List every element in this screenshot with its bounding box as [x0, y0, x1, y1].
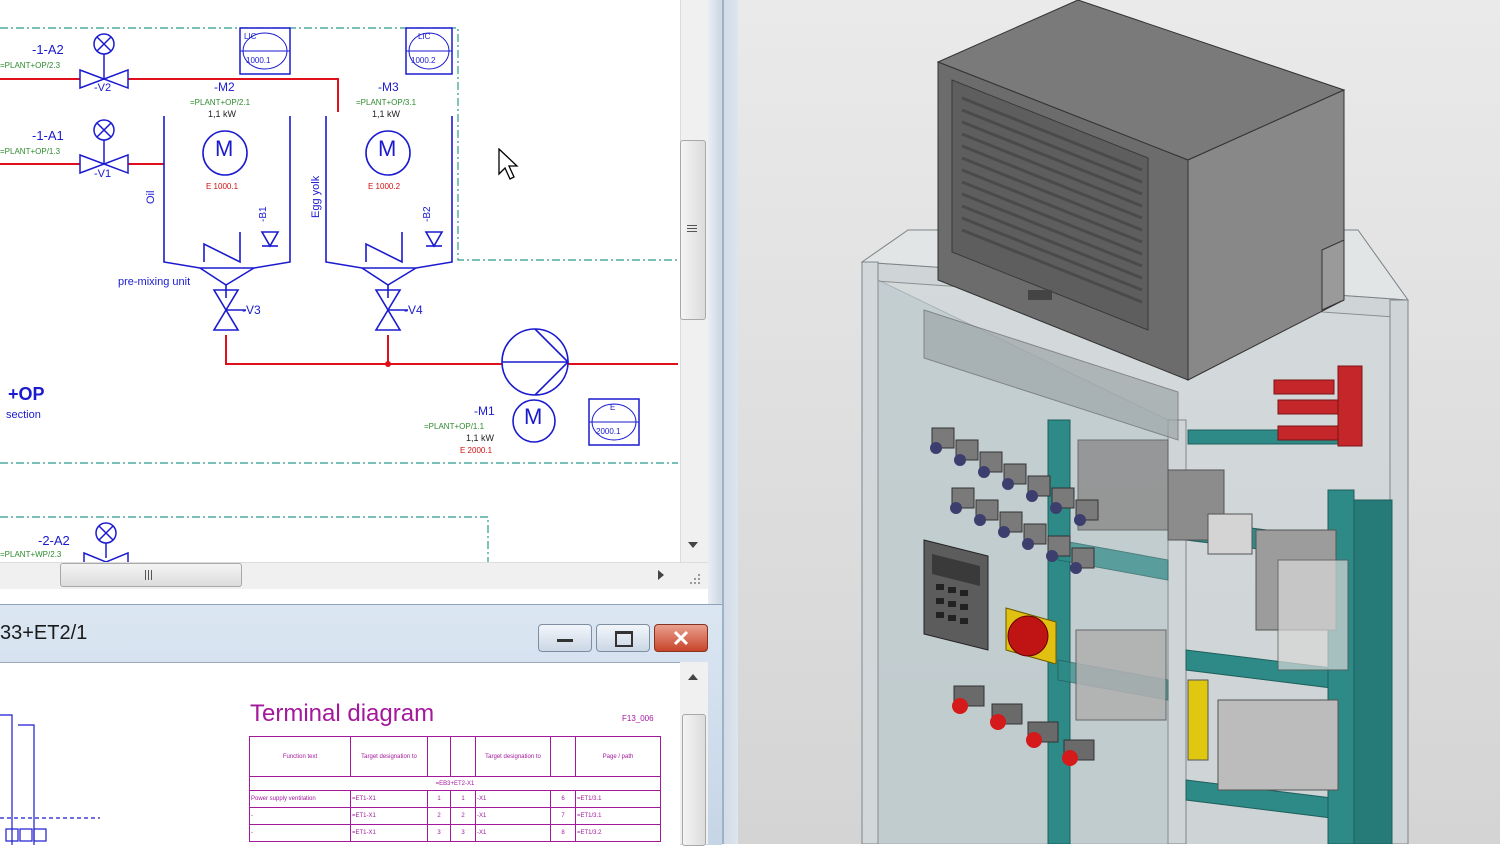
valve-tag-1-a1: -1-A1	[32, 128, 64, 143]
terminal-strip-drawing	[0, 714, 100, 845]
valve-tag-v3: -V3	[242, 303, 261, 317]
tank-label-oil: Oil	[145, 190, 157, 204]
valve-ref-a2: =PLANT+OP/2.3	[0, 61, 61, 70]
motor-tag-m3: -M3	[378, 80, 399, 94]
valve-tag-v4: -V4	[404, 303, 423, 317]
sensor-tag-b2: -B2	[422, 206, 433, 222]
valve-tag-1-a2: -1-A2	[32, 42, 64, 57]
table-cell: 2	[450, 807, 476, 825]
table-header: Target designation to	[475, 736, 551, 777]
lic-box-1-value: 1000.1	[246, 56, 271, 65]
table-cell: 2	[427, 807, 451, 825]
minimize-icon	[557, 639, 573, 642]
table-header	[450, 736, 476, 777]
terminal-diagram-ref: F13_006	[622, 714, 654, 723]
table-cell: -X1	[475, 824, 551, 842]
pre-mixing-label: pre-mixing unit	[118, 276, 191, 288]
table-cell: 7	[550, 807, 576, 825]
minimize-button[interactable]	[538, 624, 592, 652]
table-cell: 8	[550, 824, 576, 842]
schematic-canvas[interactable]: -1-A2 =PLANT+OP/2.3 -V2 -1-A1 =PLANT+OP/…	[0, 0, 680, 562]
window-splitter-line	[722, 0, 724, 844]
resize-grip-icon[interactable]	[688, 572, 702, 586]
motor-power-m2: 1,1 kW	[208, 109, 237, 119]
close-icon	[673, 630, 689, 646]
scroll-down-arrow-icon[interactable]	[686, 540, 700, 550]
table-cell: =ET1/3.2	[575, 824, 661, 842]
terminal-diagram-title: Terminal diagram	[250, 700, 435, 727]
e-box-value: 2000.1	[596, 427, 621, 436]
motor-tag-m2: -M2	[214, 80, 235, 94]
table-cell: 3	[427, 824, 451, 842]
close-button[interactable]	[654, 624, 708, 652]
table-header: Page / path	[575, 736, 661, 777]
motor-power-m3: 1,1 kW	[372, 109, 401, 119]
motor-ref-m2: =PLANT+OP/2.1	[190, 98, 251, 107]
tank-label-egg-yolk: Egg yolk	[310, 175, 322, 218]
location-label: +OP	[8, 384, 45, 404]
valve-ref-2-a2: =PLANT+WP/2.3	[0, 550, 62, 559]
terminal-table: Function text Target designation to Targ…	[249, 736, 661, 844]
cabinet-3d-viewport[interactable]	[738, 0, 1500, 844]
table-cell: 6	[550, 790, 576, 808]
motor-page-m2: E 1000.1	[206, 182, 239, 191]
table-header: Target designation to	[350, 736, 428, 777]
cabinet-3d-model	[860, 0, 1410, 844]
valve-tag-v1: -V1	[94, 168, 112, 180]
sensor-tag-b1: -B1	[258, 206, 269, 222]
table-header: Function text	[249, 736, 351, 777]
e-box-label: E	[610, 403, 616, 412]
window-title: 33+ET2/1	[0, 622, 88, 644]
table-cell: =ET1-X1	[350, 824, 428, 842]
mouse-pointer-icon	[498, 148, 519, 180]
maximize-button[interactable]	[596, 624, 650, 652]
valve-tag-2-a2: -2-A2	[38, 533, 70, 548]
pump-power-m1: 1,1 kW	[466, 433, 495, 443]
table-cell: 1	[450, 790, 476, 808]
valve-ref-a1: =PLANT+OP/1.3	[0, 147, 61, 156]
table-group-label: =EB3+ET2-X1	[249, 776, 661, 791]
pump-motor-symbol: M	[524, 404, 543, 429]
pump-page-m1: E 2000.1	[460, 446, 493, 455]
table-cell: =ET1-X1	[350, 807, 428, 825]
table-cell: =ET1/3.1	[575, 790, 661, 808]
table-cell: =ET1/3.1	[575, 807, 661, 825]
pump-tag-m1: -M1	[474, 404, 495, 418]
maximize-icon	[615, 631, 633, 647]
valve-tag-v2: -V2	[94, 82, 112, 94]
table-cell: =ET1-X1	[350, 790, 428, 808]
terminal-table-grid: Function text Target designation to Targ…	[249, 736, 661, 842]
table-cell: -X1	[475, 790, 551, 808]
terminal-vertical-scroll-thumb[interactable]	[682, 714, 706, 846]
table-cell: 1	[427, 790, 451, 808]
motor-ref-m3: =PLANT+OP/3.1	[356, 98, 417, 107]
table-cell: -	[249, 824, 351, 842]
schematic-vertical-scroll-thumb[interactable]	[680, 140, 706, 320]
table-cell: 3	[450, 824, 476, 842]
table-cell: Power supply ventilation	[249, 790, 351, 808]
scroll-right-arrow-icon[interactable]	[656, 568, 666, 582]
motor-symbol-m2: M	[215, 136, 234, 161]
table-cell: -X1	[475, 807, 551, 825]
motor-symbol-m3: M	[378, 136, 397, 161]
pump-ref-m1: =PLANT+OP/1.1	[424, 422, 485, 431]
lic-box-2-value: 1000.2	[411, 56, 436, 65]
scroll-up-arrow-icon[interactable]	[686, 672, 700, 682]
motor-page-m3: E 1000.2	[368, 182, 401, 191]
table-header	[550, 736, 576, 777]
table-header	[427, 736, 451, 777]
schematic-horizontal-scroll-thumb[interactable]	[60, 563, 242, 587]
location-sub-label: section	[6, 409, 41, 421]
table-cell: -	[249, 807, 351, 825]
lic-box-1-label: LIC	[244, 32, 257, 41]
lic-box-2-label: LIC	[418, 32, 431, 41]
